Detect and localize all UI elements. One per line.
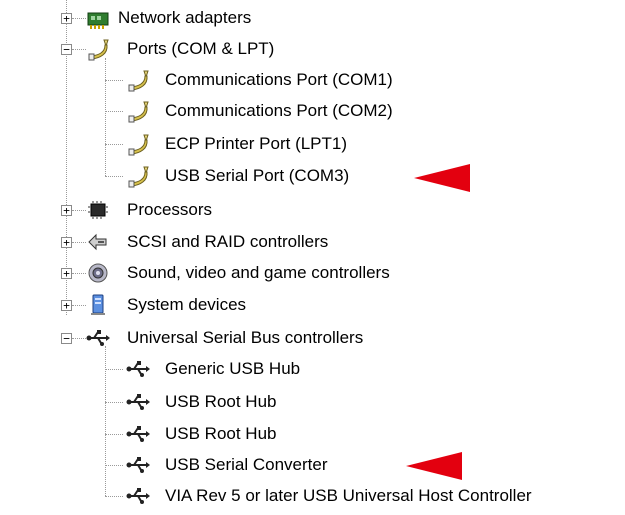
tree-node-label: USB Serial Converter [165, 455, 328, 474]
tree-node-label: Processors [127, 200, 213, 219]
expand-button[interactable]: + [61, 268, 72, 279]
tree-node-ports[interactable]: − Ports (COM & LPT) [0, 36, 625, 62]
serial-port-icon [128, 101, 149, 123]
expand-button[interactable]: + [61, 205, 72, 216]
network-card-icon [87, 12, 109, 29]
serial-port-icon [128, 70, 149, 92]
tree-node-label: Generic USB Hub [165, 359, 301, 378]
usb-icon [126, 394, 150, 410]
tree-node-label: Sound, video and game controllers [127, 263, 390, 282]
annotation-arrow-com3 [414, 164, 470, 192]
tree-node-label: Ports (COM & LPT) [127, 39, 275, 58]
tree-node-usb-serial-converter[interactable]: USB Serial Converter [0, 452, 625, 478]
tree-node-label: ECP Printer Port (LPT1) [165, 134, 348, 153]
tree-node-label: Communications Port (COM1) [165, 70, 393, 89]
usb-icon [126, 457, 150, 473]
chip-icon [88, 201, 108, 219]
expand-button[interactable]: + [61, 300, 72, 311]
tree-node-system[interactable]: + System devices [0, 292, 625, 318]
tree-node-generic-usb-hub[interactable]: Generic USB Hub [0, 356, 625, 382]
tree-node-label: SCSI and RAID controllers [127, 232, 329, 251]
expand-button[interactable]: + [61, 13, 72, 24]
usb-icon [126, 361, 150, 377]
tree-node-com3[interactable]: USB Serial Port (COM3) [0, 163, 625, 189]
usb-icon [86, 330, 110, 346]
device-manager-tree: + Network adapters − Ports (COM & LPT) C… [0, 0, 625, 515]
tree-node-label: Communications Port (COM2) [165, 101, 393, 120]
expand-button[interactable]: + [61, 237, 72, 248]
tree-node-label: VIA Rev 5 or later USB Universal Host Co… [165, 486, 532, 505]
tree-node-sound[interactable]: + Sound, video and game controllers [0, 260, 625, 286]
computer-icon [91, 294, 105, 315]
usb-icon [126, 426, 150, 442]
collapse-button[interactable]: − [61, 44, 72, 55]
tree-node-via-host-controller[interactable]: VIA Rev 5 or later USB Universal Host Co… [0, 483, 625, 509]
tree-node-label: System devices [127, 295, 247, 314]
speaker-icon [88, 263, 108, 283]
tree-node-com1[interactable]: Communications Port (COM1) [0, 67, 625, 93]
tree-node-lpt1[interactable]: ECP Printer Port (LPT1) [0, 131, 625, 157]
annotation-arrow-usb-serial-converter [406, 452, 462, 480]
tree-node-network-adapters[interactable]: + Network adapters [0, 5, 625, 31]
tree-node-label: USB Root Hub [165, 392, 277, 411]
tree-node-scsi[interactable]: + SCSI and RAID controllers [0, 229, 625, 255]
serial-port-icon [88, 39, 109, 61]
serial-port-icon [128, 166, 149, 188]
collapse-button[interactable]: − [61, 333, 72, 344]
tree-node-processors[interactable]: + Processors [0, 197, 625, 223]
serial-port-icon [128, 134, 149, 156]
tree-node-label: Universal Serial Bus controllers [127, 328, 364, 347]
tree-node-label: USB Serial Port (COM3) [165, 166, 350, 185]
tree-node-usb-root-hub-2[interactable]: USB Root Hub [0, 421, 625, 447]
usb-icon [126, 488, 150, 504]
scsi-icon [88, 233, 107, 251]
tree-node-label: Network adapters [118, 8, 252, 27]
tree-node-com2[interactable]: Communications Port (COM2) [0, 98, 625, 124]
tree-node-label: USB Root Hub [165, 424, 277, 443]
tree-node-usb-controllers[interactable]: − Universal Serial Bus controllers [0, 325, 625, 351]
tree-node-usb-root-hub-1[interactable]: USB Root Hub [0, 389, 625, 415]
